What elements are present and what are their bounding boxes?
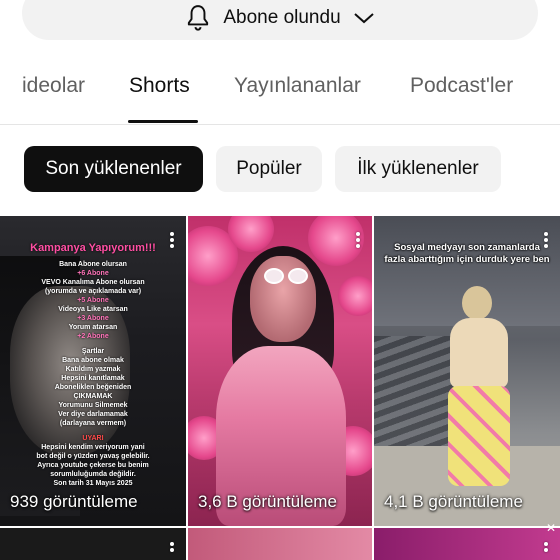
promo-overlay-text: Kampanya Yapıyorum!!! Bana Abone olursan…	[6, 242, 180, 488]
short-thumbnail-4[interactable]	[0, 528, 186, 560]
close-icon[interactable]: ✕	[546, 522, 556, 534]
tab-videos[interactable]: ideolar	[22, 74, 85, 98]
rule-line: Hepsini kanıtlamak	[61, 375, 125, 382]
rule-line: Aboneliklen beğeniden	[54, 384, 132, 391]
promo-line: Bana Abone olursan	[59, 261, 127, 268]
more-options-icon[interactable]	[544, 542, 548, 558]
rule-line: Yorumunu Silmemek	[58, 402, 128, 409]
sunglasses	[264, 268, 308, 284]
more-options-icon[interactable]	[544, 232, 548, 248]
promo-line: +2 Abone	[77, 333, 109, 340]
promo-line: +5 Abone	[77, 297, 109, 304]
sort-chips: Son yüklenenler Popüler İlk yüklenenler	[0, 146, 560, 194]
warning-line: sorumluluğumda değildir.	[50, 471, 136, 478]
rule-line: Katıldım yazmak	[65, 366, 121, 373]
active-tab-indicator	[128, 120, 198, 123]
short-caption: Sosyal medyayı son zamanlarda fazla abar…	[384, 242, 550, 265]
promo-line: Videoya Like atarsan	[58, 306, 128, 313]
flower-decoration	[338, 276, 372, 316]
subscribed-button[interactable]: Abone olundu	[22, 0, 538, 40]
short-thumbnail-1[interactable]: Kampanya Yapıyorum!!! Bana Abone olursan…	[0, 216, 186, 526]
warning-line: Hepsini kendim veriyorum yani	[41, 444, 145, 451]
chip-popular[interactable]: Popüler	[216, 146, 322, 192]
more-options-icon[interactable]	[170, 542, 174, 558]
warning-line: Ayrıca youtube çekerse bu benim	[37, 462, 149, 469]
chevron-down-icon	[353, 13, 374, 24]
tab-live[interactable]: Yayınlananlar	[234, 74, 361, 98]
channel-tabs: ideolar Shorts Yayınlananlar Podcast'ler	[0, 68, 560, 125]
rule-line: (darlayana vermem)	[59, 420, 127, 427]
promo-line: +6 Abone	[77, 270, 109, 277]
bell-icon	[188, 5, 209, 31]
rule-line: Bana abone olmak	[62, 357, 124, 364]
chip-oldest[interactable]: İlk yüklenenler	[335, 146, 501, 192]
subscribed-label: Abone olundu	[223, 7, 341, 28]
promo-line: VEVO Kanalıma Abone olursan	[41, 279, 145, 286]
thumbnail-person	[444, 286, 514, 496]
rule-line: Ver diye darlamamak	[58, 411, 128, 418]
short-thumbnail-2[interactable]: 3,6 B görüntüleme	[188, 216, 372, 526]
more-options-icon[interactable]	[356, 232, 360, 248]
rule-line: ÇIKMAMAK	[73, 393, 113, 400]
promo-line: Yorum atarsan	[68, 324, 118, 331]
rules-title: Şartlar	[81, 348, 105, 355]
view-count: 3,6 B görüntüleme	[198, 492, 337, 511]
promo-line: +3 Abone	[77, 315, 109, 322]
short-thumbnail-3[interactable]: Sosyal medyayı son zamanlarda fazla abar…	[374, 216, 560, 526]
warning-line: bot değil o yüzden yavaş gelebilir.	[36, 453, 150, 460]
tab-shorts[interactable]: Shorts	[129, 74, 190, 98]
short-thumbnail-5[interactable]	[188, 528, 372, 560]
more-options-icon[interactable]	[170, 232, 174, 248]
shorts-grid: Kampanya Yapıyorum!!! Bana Abone olursan…	[0, 216, 560, 560]
promo-title: Kampanya Yapıyorum!!!	[30, 242, 156, 254]
tab-podcasts[interactable]: Podcast'ler	[410, 74, 513, 98]
warning-title: UYARI	[82, 435, 104, 442]
chip-latest[interactable]: Son yüklenenler	[24, 146, 203, 192]
short-thumbnail-6[interactable]	[374, 528, 560, 560]
promo-line: (yorumda ve açıklamada var)	[44, 288, 142, 295]
view-count: 4,1 B görüntüleme	[384, 492, 523, 511]
view-count: 939 görüntüleme	[10, 492, 138, 511]
warning-line: Son tarih 31 Mayıs 2025	[53, 480, 133, 487]
